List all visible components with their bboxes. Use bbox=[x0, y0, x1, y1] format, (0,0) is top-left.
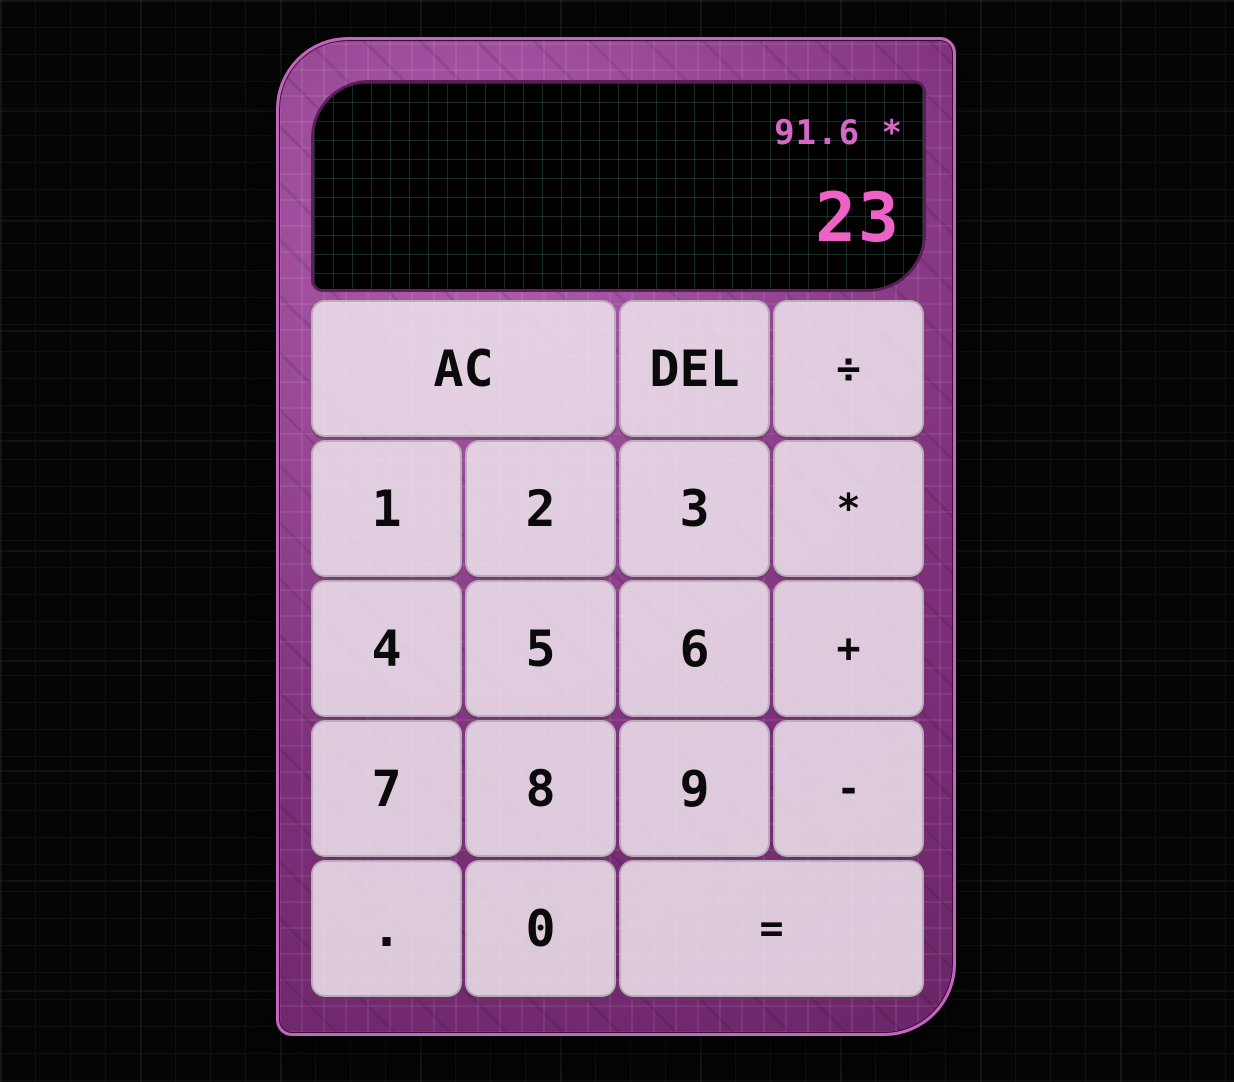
digit-7-button[interactable]: 7 bbox=[311, 720, 462, 857]
add-button[interactable]: + bbox=[773, 580, 924, 717]
digit-3-button[interactable]: 3 bbox=[619, 440, 770, 577]
equals-button[interactable]: = bbox=[619, 860, 924, 997]
digit-2-button[interactable]: 2 bbox=[465, 440, 616, 577]
digit-0-button[interactable]: 0 bbox=[465, 860, 616, 997]
digit-9-button[interactable]: 9 bbox=[619, 720, 770, 857]
calculator-display: 91.6 * 23 bbox=[311, 80, 926, 292]
digit-4-button[interactable]: 4 bbox=[311, 580, 462, 717]
digit-1-button[interactable]: 1 bbox=[311, 440, 462, 577]
digit-5-button[interactable]: 5 bbox=[465, 580, 616, 717]
keypad: AC DEL ÷ 1 2 3 * 4 5 6 + 7 8 9 - . 0 = bbox=[311, 300, 924, 997]
current-operand: 23 bbox=[815, 179, 901, 258]
multiply-button[interactable]: * bbox=[773, 440, 924, 577]
divide-button[interactable]: ÷ bbox=[773, 300, 924, 437]
decimal-button[interactable]: . bbox=[311, 860, 462, 997]
calculator: 91.6 * 23 AC DEL ÷ 1 2 3 * 4 5 6 + 7 8 9… bbox=[276, 37, 956, 1036]
subtract-button[interactable]: - bbox=[773, 720, 924, 857]
digit-6-button[interactable]: 6 bbox=[619, 580, 770, 717]
delete-button[interactable]: DEL bbox=[619, 300, 770, 437]
previous-operand: 91.6 * bbox=[774, 113, 903, 153]
digit-8-button[interactable]: 8 bbox=[465, 720, 616, 857]
all-clear-button[interactable]: AC bbox=[311, 300, 616, 437]
